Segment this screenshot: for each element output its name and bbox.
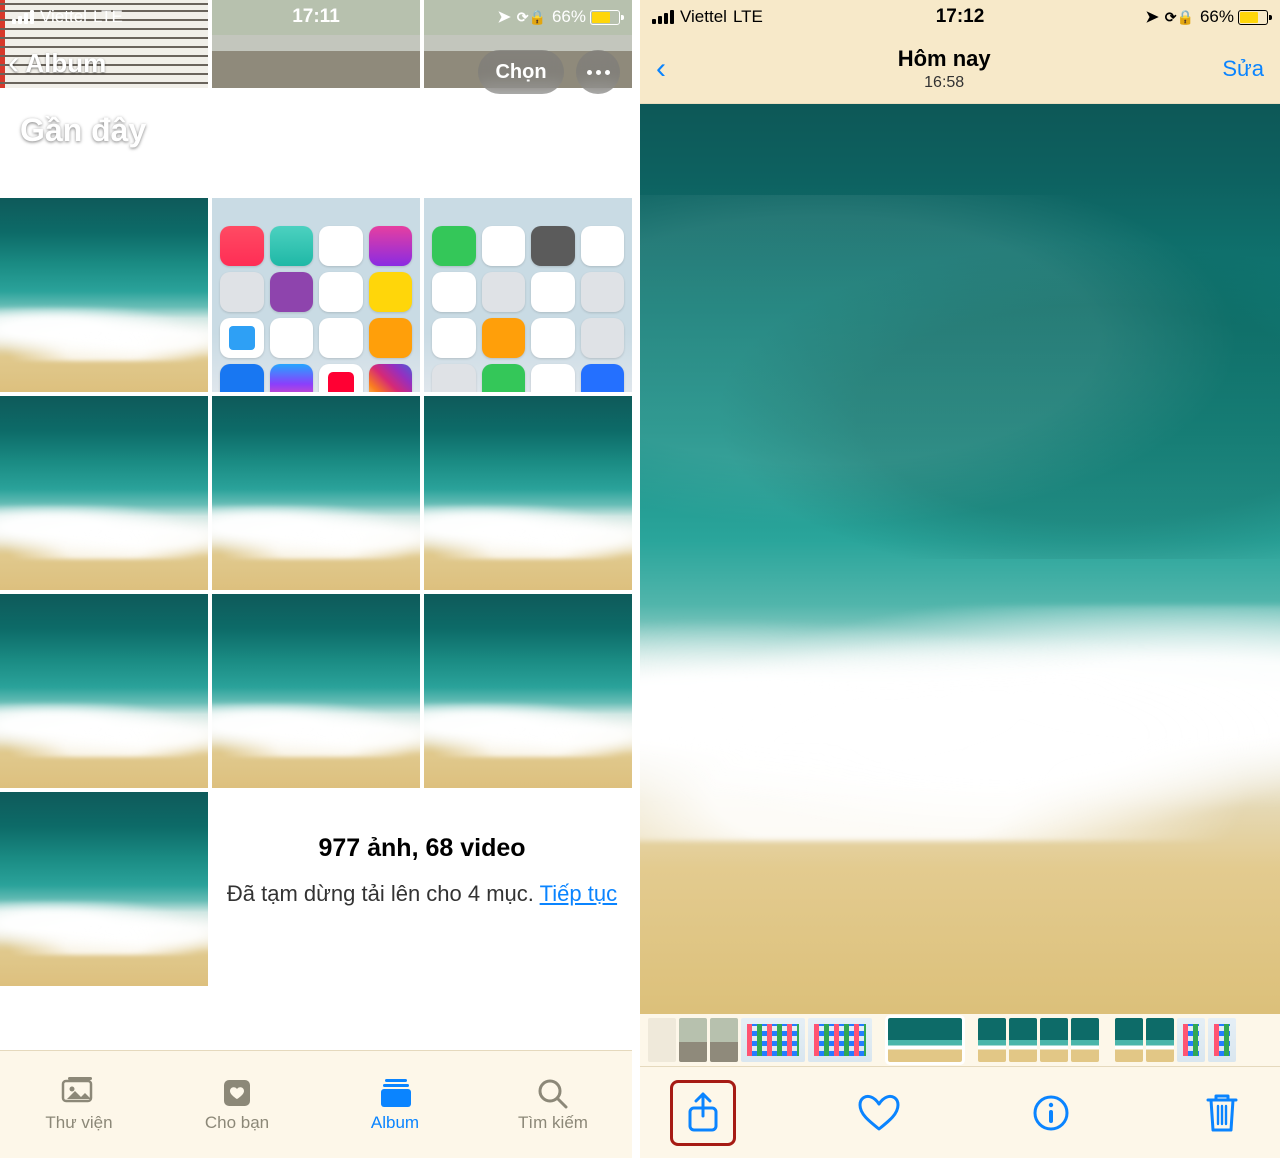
favorite-button[interactable] [851, 1085, 907, 1141]
section-title-recent: Gần đây [20, 112, 146, 149]
tab-bar: Thư viện Cho bạn Album Tìm kiếm [0, 1050, 632, 1158]
filmstrip-thumb[interactable] [1146, 1018, 1174, 1062]
photos-album-screen: Viettel LTE 17:11 ➤ ⟳🔒 66% ‹ Album [0, 0, 640, 1158]
photo-video-count: 977 ảnh, 68 video [212, 834, 632, 863]
battery-icon [590, 10, 620, 25]
filmstrip-thumb[interactable] [978, 1018, 1006, 1062]
delete-button[interactable] [1194, 1085, 1250, 1141]
share-highlight [670, 1080, 736, 1146]
upload-status: Đã tạm dừng tải lên cho 4 mục. Tiếp tục [212, 881, 632, 907]
nav-header: ‹ Hôm nay 16:58 Sửa [640, 34, 1280, 104]
photo-thumb[interactable] [0, 792, 208, 986]
filmstrip-thumb[interactable] [808, 1018, 872, 1062]
select-button[interactable]: Chọn [478, 50, 564, 94]
tab-label: Album [371, 1113, 419, 1133]
tab-albums[interactable]: Album [316, 1051, 474, 1158]
heart-icon [857, 1093, 901, 1133]
filmstrip-thumb[interactable] [1115, 1018, 1143, 1062]
edit-button[interactable]: Sửa [1222, 56, 1264, 82]
status-bar: Viettel LTE 17:11 ➤ ⟳🔒 66% [0, 0, 632, 34]
filmstrip-thumb[interactable] [1208, 1018, 1236, 1062]
filmstrip-thumb[interactable] [741, 1018, 805, 1062]
share-button[interactable] [675, 1085, 731, 1141]
tab-label: Cho bạn [205, 1113, 269, 1133]
filmstrip-thumb[interactable] [1177, 1018, 1205, 1062]
library-icon [59, 1077, 99, 1109]
photo-thumb[interactable] [0, 396, 208, 590]
filmstrip-thumb-current[interactable] [888, 1018, 962, 1062]
battery-icon [1238, 10, 1268, 25]
filmstrip-thumb[interactable] [1040, 1018, 1068, 1062]
status-time: 17:12 [640, 6, 1280, 28]
photo-thumb[interactable] [212, 594, 420, 788]
filmstrip-thumb[interactable] [710, 1018, 738, 1062]
back-button[interactable]: ‹ Album [8, 46, 106, 80]
info-icon [1031, 1093, 1071, 1133]
photo-thumb[interactable] [0, 594, 208, 788]
resume-upload-link[interactable]: Tiếp tục [540, 881, 617, 906]
nav-title: Hôm nay [898, 46, 991, 72]
chevron-left-icon: ‹ [8, 46, 19, 80]
trash-icon [1204, 1092, 1240, 1134]
photo-thumb[interactable] [424, 396, 632, 590]
albums-icon [375, 1077, 415, 1109]
info-button[interactable] [1023, 1085, 1079, 1141]
back-label: Album [25, 48, 106, 79]
chevron-left-icon: ‹ [656, 52, 666, 85]
back-button[interactable]: ‹ [656, 54, 666, 84]
tab-label: Tìm kiếm [518, 1113, 588, 1133]
tab-library[interactable]: Thư viện [0, 1051, 158, 1158]
photo-toolbar [640, 1066, 1280, 1158]
photo-thumb[interactable] [0, 198, 208, 392]
tab-search[interactable]: Tìm kiếm [474, 1051, 632, 1158]
filmstrip-thumb[interactable] [1009, 1018, 1037, 1062]
for-you-icon [217, 1077, 257, 1109]
filmstrip-thumb[interactable] [1071, 1018, 1099, 1062]
photo-viewer[interactable] [640, 104, 1280, 1014]
photo-detail-screen: Viettel LTE 17:12 ➤ ⟳🔒 66% ‹ Hôm nay 16:… [640, 0, 1280, 1158]
tab-label: Thư viện [45, 1113, 112, 1133]
status-bar: Viettel LTE 17:12 ➤ ⟳🔒 66% [640, 0, 1280, 34]
search-icon [533, 1077, 573, 1109]
ellipsis-icon [587, 70, 610, 75]
photo-thumb[interactable] [424, 594, 632, 788]
photo-thumb[interactable] [212, 198, 420, 392]
photo-thumb[interactable] [212, 396, 420, 590]
filmstrip-thumb[interactable] [648, 1018, 676, 1062]
photo-thumb[interactable] [424, 198, 632, 392]
status-time: 17:11 [0, 6, 632, 28]
nav-subtitle: 16:58 [898, 74, 991, 92]
filmstrip[interactable] [640, 1014, 1280, 1066]
select-label: Chọn [495, 61, 546, 84]
share-icon [686, 1092, 720, 1134]
tab-for-you[interactable]: Cho bạn [158, 1051, 316, 1158]
more-button[interactable] [576, 50, 620, 94]
filmstrip-thumb[interactable] [679, 1018, 707, 1062]
